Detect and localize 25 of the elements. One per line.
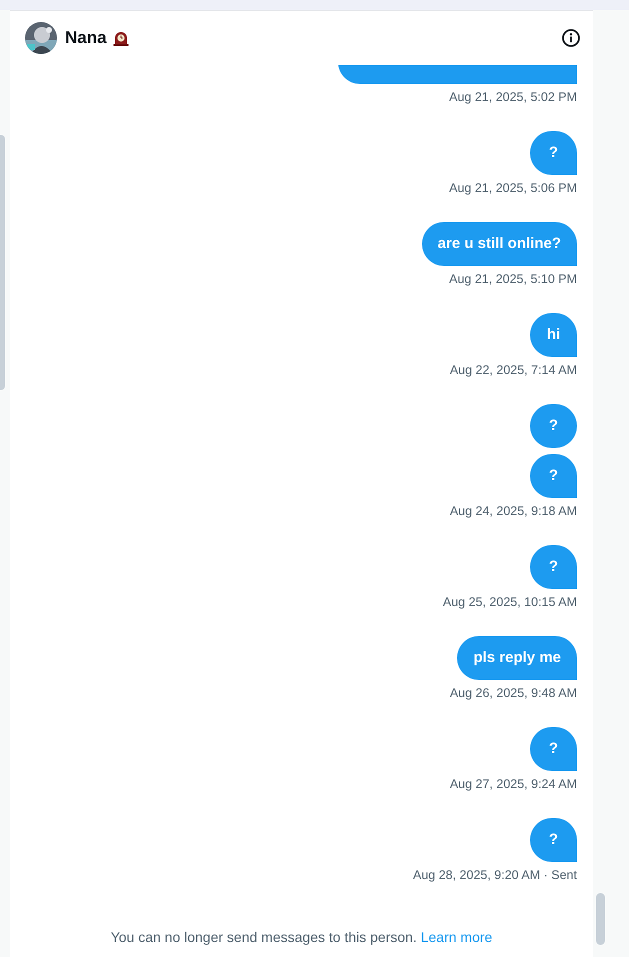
- message-bubble: ?: [530, 454, 577, 498]
- message-timestamp: Aug 27, 2025, 9:24 AM: [450, 776, 577, 793]
- message-timestamp: Aug 21, 2025, 5:10 PM: [449, 271, 577, 288]
- blocked-notice: You can no longer send messages to this person.: [110, 929, 417, 945]
- message-bubble: ?: [530, 818, 577, 862]
- scrollbar-thumb[interactable]: [596, 893, 605, 945]
- scrollbar-thumb[interactable]: [0, 135, 5, 390]
- message-timestamp: Aug 22, 2025, 7:14 AM: [450, 362, 577, 379]
- message-timestamp: Aug 21, 2025, 5:06 PM: [449, 180, 577, 197]
- message-timestamp: Aug 26, 2025, 9:48 AM: [450, 685, 577, 702]
- clock-icon: [112, 29, 130, 47]
- message-timestamp: Aug 21, 2025, 5:02 PM: [449, 89, 577, 106]
- message-bubble: ?: [530, 404, 577, 448]
- message-bubble: pls reply me: [457, 636, 577, 680]
- message-timestamp: Aug 24, 2025, 9:18 AM: [450, 503, 577, 520]
- message-bubble: ?: [530, 545, 577, 589]
- message-bubble: are u still online?: [422, 222, 577, 266]
- message-bubble: ?: [530, 131, 577, 175]
- learn-more-link[interactable]: Learn more: [420, 929, 492, 945]
- message-bubble: hi: [530, 313, 577, 357]
- message-timestamp: Aug 25, 2025, 10:15 AM: [442, 594, 577, 611]
- message-bubble: ?: [530, 727, 577, 771]
- info-icon[interactable]: [561, 28, 581, 48]
- contact-name: Nana: [65, 27, 107, 50]
- message-timestamp: Aug 28, 2025, 9:20 AM · Sent: [412, 867, 577, 884]
